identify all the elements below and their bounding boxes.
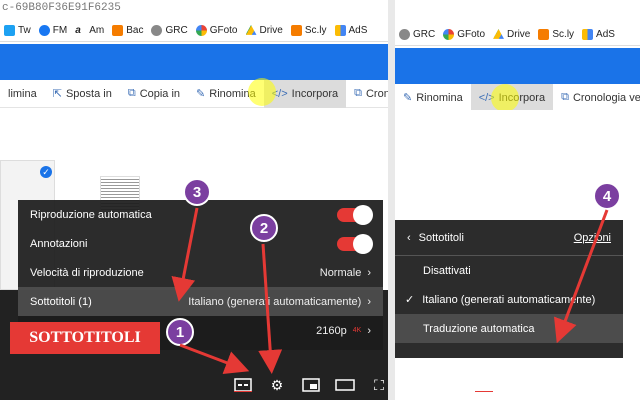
theater-icon[interactable] [575, 376, 597, 394]
theater-icon[interactable] [334, 376, 356, 394]
fullscreen-icon[interactable]: ⛶ [368, 376, 388, 394]
arrow-3 [171, 207, 199, 302]
settings-icon[interactable]: ⚙ [507, 376, 529, 394]
panel-divider [388, 0, 395, 400]
subtitles-icon[interactable] [232, 376, 254, 394]
player-controls: ⚙ ⛶ [473, 376, 631, 394]
arrow-1 [179, 343, 250, 374]
arrow-2 [258, 243, 283, 374]
player-controls: ⚙ ⛶ [232, 376, 388, 394]
left-panel: c-69B80F36E91F6235 Tw FM a Am Bac GRC GFo… [0, 0, 388, 400]
miniplayer-icon[interactable] [300, 376, 322, 394]
annotation-arrows [171, 207, 283, 374]
miniplayer-icon[interactable] [541, 376, 563, 394]
settings-icon[interactable]: ⚙ [266, 376, 288, 394]
right-panel: GRC GFoto Drive Sc.ly AdS ✎ Rinomina </> I… [395, 0, 640, 400]
fullscreen-icon[interactable]: ⛶ [609, 376, 631, 394]
subtitles-icon[interactable] [473, 376, 495, 394]
annotation-arrow-4 [554, 209, 609, 344]
screenshot: c-69B80F36E91F6235 Tw FM a Am Bac GRC GFo… [0, 0, 640, 400]
